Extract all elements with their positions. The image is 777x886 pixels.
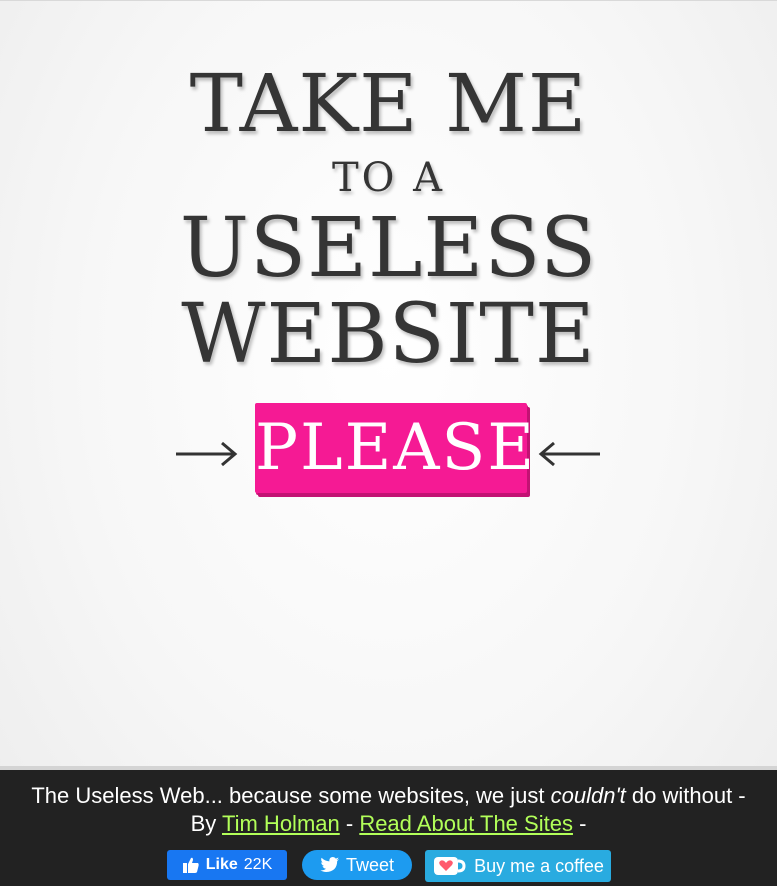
please-button[interactable]: PLEASE [255, 403, 534, 493]
facebook-like-button[interactable]: Like 22K [167, 850, 287, 880]
footer-text-before: The Useless Web... because some websites… [31, 783, 551, 808]
footer-separator-2: - [572, 811, 587, 836]
footer-text-emphasis: couldn't [550, 783, 626, 808]
read-about-link[interactable]: Read About The Sites [359, 811, 573, 836]
buy-coffee-button[interactable]: Buy me a coffee [425, 850, 611, 882]
like-label: Like [205, 856, 238, 873]
title-line-2: TO A [331, 155, 446, 201]
footer-separator-1: - [339, 811, 360, 836]
author-link[interactable]: Tim Holman [222, 811, 340, 836]
social-buttons: Like 22K Tweet Buy me a coffee [0, 850, 777, 884]
tweet-label: Tweet [345, 854, 395, 875]
tweet-button[interactable]: Tweet [302, 850, 412, 880]
title-line-4: WEBSITE [181, 287, 596, 382]
like-count: 22K [243, 856, 273, 873]
footer: The Useless Web... because some websites… [0, 766, 777, 886]
arrow-right-icon [176, 441, 238, 467]
twitter-bird-icon [320, 857, 340, 873]
coffee-label: Buy me a coffee [474, 855, 604, 876]
coffee-cup-icon [432, 854, 466, 878]
footer-text: The Useless Web... because some websites… [20, 782, 757, 838]
hero: TAKE ME TO A USELESS WEBSITE PLEASE [0, 0, 777, 766]
title-line-1: TAKE ME [189, 57, 588, 150]
arrow-left-icon [538, 441, 600, 467]
title-line-3: USELESS [179, 201, 598, 296]
thumbs-up-icon [182, 856, 200, 874]
